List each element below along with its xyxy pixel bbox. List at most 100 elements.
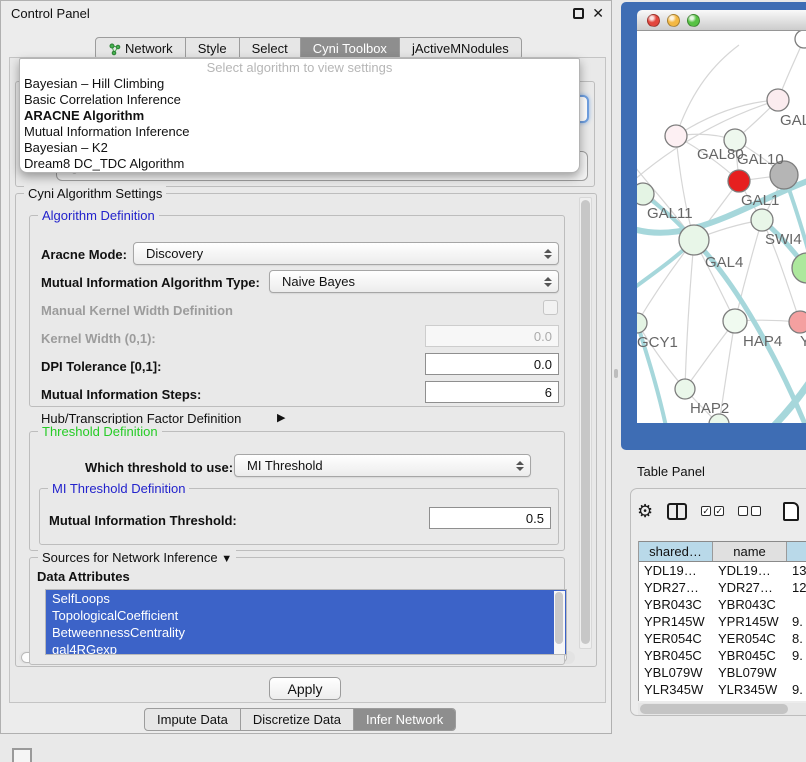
close-icon[interactable]: ✕ <box>592 5 604 22</box>
which-threshold-label: Which threshold to use: <box>85 460 233 475</box>
kernel-width-label: Kernel Width (0,1): <box>41 331 156 346</box>
dpi-tolerance-value: 0.0 <box>534 357 552 372</box>
tab-label: Network <box>125 41 173 56</box>
attribute-item[interactable]: gal4RGexp <box>46 641 566 655</box>
aracne-mode-combo[interactable]: Discovery <box>133 242 559 265</box>
table-row[interactable]: YBR045CYBR045C9. <box>639 647 806 664</box>
aracne-mode-value: Discovery <box>146 246 203 261</box>
network-node[interactable] <box>728 170 750 192</box>
minimized-panel-icon[interactable] <box>12 748 32 762</box>
network-window[interactable]: GALGAL80GAL10GAL1GAL11SWI4GAL4GCY1HAP4YH… <box>621 2 806 450</box>
table-mode-icon[interactable] <box>783 502 799 521</box>
tab-discretize-data[interactable]: Discretize Data <box>240 709 353 730</box>
network-node[interactable] <box>789 311 806 333</box>
network-edge[interactable] <box>676 45 739 136</box>
apply-button[interactable]: Apply <box>269 677 341 700</box>
settings-vertical-scrollbar[interactable] <box>579 197 592 649</box>
table-row[interactable]: YIL052CYIL052C8 <box>639 698 806 701</box>
network-edge[interactable] <box>637 323 685 389</box>
column-header[interactable]: name <box>713 542 787 561</box>
node-label: GAL11 <box>647 205 693 222</box>
algorithm-option[interactable]: Dream8 DC_TDC Algorithm <box>20 156 579 172</box>
table-row[interactable]: YPR145WYPR145W9. <box>639 613 806 630</box>
table-row[interactable]: YER054CYER054C8. <box>639 630 806 647</box>
panel-splitter-handle[interactable] <box>614 369 618 378</box>
mi-type-combo[interactable]: Naive Bayes <box>269 270 559 293</box>
panel-title: Control Panel <box>11 6 90 21</box>
attribute-item[interactable]: TopologicalCoefficient <box>46 607 566 624</box>
network-window-titlebar[interactable] <box>637 10 806 31</box>
algorithm-option[interactable]: Bayesian – Hill Climbing <box>20 76 579 92</box>
table-row[interactable]: YLR345WYLR345W9. <box>639 681 806 698</box>
table-cell: YBR045C <box>639 648 713 663</box>
network-node[interactable] <box>679 225 709 255</box>
network-node[interactable] <box>675 379 695 399</box>
node-label: SWI4 <box>765 231 802 248</box>
table-row[interactable]: YDR27…YDR27…12 <box>639 579 806 596</box>
mi-steps-field[interactable]: 6 <box>425 381 559 403</box>
network-node[interactable] <box>767 89 789 111</box>
zoom-traffic-light-icon[interactable] <box>687 14 700 27</box>
close-traffic-light-icon[interactable] <box>647 14 660 27</box>
algorithm-option[interactable]: ARACNE Algorithm <box>20 108 579 124</box>
algorithm-definition-title: Algorithm Definition <box>38 208 159 223</box>
algorithm-option[interactable]: Basic Correlation Inference <box>20 92 579 108</box>
mi-threshold-field[interactable]: 0.5 <box>429 507 551 529</box>
table-row[interactable]: YBR043CYBR043C <box>639 596 806 613</box>
mi-steps-value: 6 <box>545 385 552 400</box>
network-node[interactable] <box>665 125 687 147</box>
table-row[interactable]: YDL19…YDL19…13 <box>639 562 806 579</box>
node-label: Y <box>800 333 806 350</box>
network-node[interactable] <box>637 183 654 205</box>
tab-infer-network[interactable]: Infer Network <box>353 709 455 730</box>
attribute-item[interactable]: SelfLoops <box>46 590 566 607</box>
tab-style[interactable]: Style <box>185 38 239 59</box>
table-row[interactable]: YBL079WYBL079W <box>639 664 806 681</box>
network-node[interactable] <box>751 209 773 231</box>
table-cell: 9. <box>787 614 806 629</box>
kernel-width-field[interactable]: 0.0 <box>425 325 559 347</box>
dpi-tolerance-field[interactable]: 0.0 <box>425 353 559 375</box>
network-node[interactable] <box>637 313 647 333</box>
attribute-item[interactable]: BetweennessCentrality <box>46 624 566 641</box>
deselect-all-icon[interactable] <box>738 506 761 516</box>
tab-impute-data[interactable]: Impute Data <box>145 709 240 730</box>
table-horizontal-scrollbar[interactable] <box>638 703 806 715</box>
network-edge[interactable] <box>637 100 778 181</box>
table-toolbar: ⚙ ✓ ✓ <box>637 497 806 525</box>
network-node[interactable] <box>795 31 806 48</box>
manual-kernel-checkbox[interactable] <box>543 300 558 315</box>
algorithm-option[interactable]: Mutual Information Inference <box>20 124 579 140</box>
float-panel-icon[interactable] <box>573 8 584 19</box>
tab-label: Impute Data <box>157 712 228 727</box>
threshold-definition-title: Threshold Definition <box>38 424 162 439</box>
network-canvas[interactable]: GALGAL80GAL10GAL1GAL11SWI4GAL4GCY1HAP4YH… <box>637 31 806 423</box>
column-header[interactable]: shared… <box>639 542 713 561</box>
control-panel-window: Control Panel ✕ Network StyleSelectCyni T… <box>0 0 612 734</box>
network-edge[interactable] <box>685 240 694 389</box>
select-all-icon[interactable]: ✓ ✓ <box>701 506 724 516</box>
gear-icon[interactable]: ⚙ <box>637 502 653 520</box>
aracne-mode-label: Aracne Mode: <box>41 247 127 262</box>
tab-network[interactable]: Network <box>96 38 185 59</box>
apply-button-label: Apply <box>287 681 322 697</box>
minimize-traffic-light-icon[interactable] <box>667 14 680 27</box>
table-cell: 13 <box>787 563 806 578</box>
attributes-scrollbar[interactable] <box>554 591 565 655</box>
algorithm-option[interactable]: Bayesian – K2 <box>20 140 579 156</box>
network-node[interactable] <box>723 309 747 333</box>
tab-jactivemnodules[interactable]: jActiveMNodules <box>399 38 521 59</box>
mi-threshold-label: Mutual Information Threshold: <box>49 513 237 528</box>
node-label: HAP2 <box>690 400 729 417</box>
network-edge[interactable] <box>685 321 735 389</box>
columns-icon[interactable] <box>667 503 687 520</box>
mi-type-value: Naive Bayes <box>282 274 355 289</box>
network-node[interactable] <box>792 253 806 283</box>
table-header-row: shared…name <box>639 541 806 562</box>
column-header[interactable] <box>787 542 806 561</box>
tab-cyni-toolbox[interactable]: Cyni Toolbox <box>300 38 399 59</box>
expand-arrow-icon[interactable]: ▶ <box>277 411 285 424</box>
tab-select[interactable]: Select <box>239 38 300 59</box>
collapse-arrow-icon[interactable]: ▼ <box>221 553 232 565</box>
which-threshold-combo[interactable]: MI Threshold <box>234 454 531 477</box>
